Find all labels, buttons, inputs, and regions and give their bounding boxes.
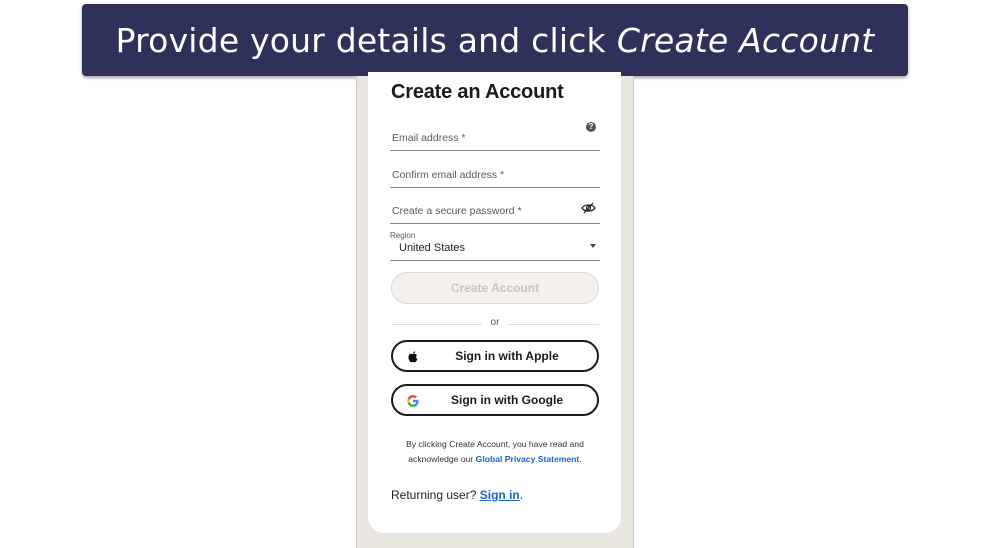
sign-in-with-apple-button[interactable]: Sign in with Apple <box>391 340 599 372</box>
returning-user-row: Returning user? Sign in. <box>391 488 523 502</box>
email-placeholder: Email address * <box>392 132 466 144</box>
caret-down-icon <box>590 244 596 248</box>
password-field[interactable]: Create a secure password * <box>390 193 600 224</box>
sign-in-end: . <box>519 488 524 502</box>
google-button-label: Sign in with Google <box>451 393 563 407</box>
or-divider: or <box>391 317 599 331</box>
region-label: Region <box>390 231 416 240</box>
legal-notice: By clicking Create Account, you have rea… <box>391 437 599 467</box>
sign-in-link[interactable]: Sign in <box>480 488 520 502</box>
region-select[interactable]: Region United States <box>390 230 600 261</box>
confirm-email-placeholder: Confirm email address * <box>392 169 505 181</box>
legal-end: . <box>579 454 582 464</box>
returning-user-text: Returning user? <box>391 488 477 502</box>
email-field[interactable]: Email address * ? <box>390 120 600 151</box>
banner-text: Provide your details and click <box>115 20 606 60</box>
eye-off-icon[interactable] <box>581 201 596 219</box>
region-value: United States <box>399 242 466 254</box>
page-title: Create an Account <box>391 81 564 103</box>
screenshot-frame: Create an Account Email address * ? Conf… <box>356 72 634 548</box>
help-circle-icon[interactable]: ? <box>586 122 596 132</box>
password-placeholder: Create a secure password * <box>392 205 522 217</box>
confirm-email-field[interactable]: Confirm email address * <box>390 157 600 188</box>
create-account-button[interactable]: Create Account <box>391 272 599 304</box>
apple-button-label: Sign in with Apple <box>455 349 559 363</box>
instruction-banner: Provide your details and click Create Ac… <box>82 4 908 76</box>
sign-in-with-google-button[interactable]: Sign in with Google <box>391 384 599 416</box>
privacy-statement-link[interactable]: Global Privacy Statement <box>476 454 580 464</box>
divider-text: or <box>490 317 500 328</box>
banner-emphasis: Create Account <box>616 20 875 60</box>
create-account-card: Create an Account Email address * ? Conf… <box>368 72 621 533</box>
